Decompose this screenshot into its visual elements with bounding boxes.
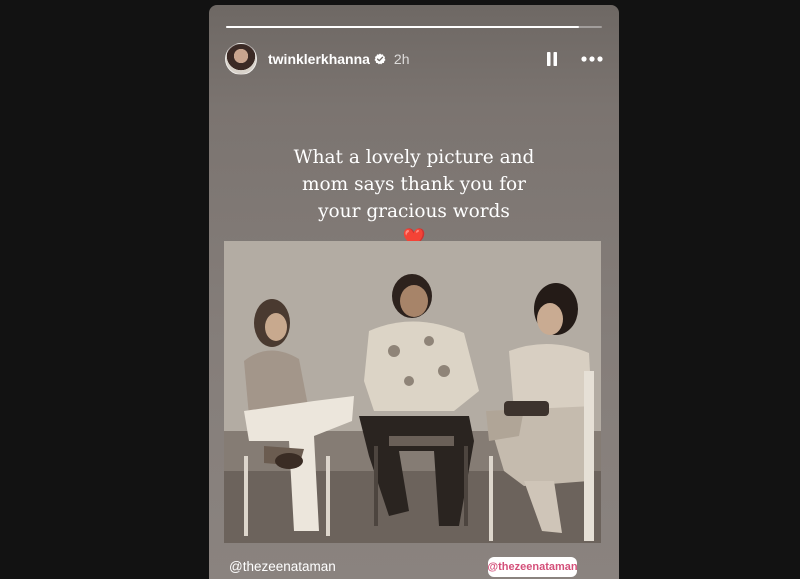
story-viewer[interactable]: twinklerkhanna 2h What a lovely picture … [209, 5, 619, 579]
avatar[interactable] [225, 43, 257, 75]
more-options-icon[interactable] [581, 56, 603, 62]
shared-post-photo[interactable] [224, 241, 601, 543]
pause-icon[interactable] [545, 51, 559, 67]
caption-line-1: What a lovely picture and [293, 147, 535, 168]
caption-line-3-text: your gracious words [318, 201, 510, 222]
mention-sticker-label: @thezeenataman [487, 561, 578, 573]
username[interactable]: twinklerkhanna [268, 51, 370, 67]
story-header: twinklerkhanna 2h [225, 42, 603, 76]
mention-sticker[interactable]: @thezeenataman [487, 557, 578, 577]
header-actions [545, 51, 603, 67]
caption-line-2: mom says thank you for [301, 174, 527, 195]
story-progress-fill [226, 26, 580, 28]
mention-text[interactable]: @thezeenataman [229, 559, 336, 574]
vintage-photo-illustration [224, 241, 601, 543]
timestamp: 2h [393, 51, 410, 67]
verified-badge-icon [374, 53, 386, 65]
stage: twinklerkhanna 2h What a lovely picture … [0, 0, 800, 579]
story-caption: What a lovely picture and mom says thank… [209, 144, 619, 252]
story-progress-bar [226, 26, 602, 28]
